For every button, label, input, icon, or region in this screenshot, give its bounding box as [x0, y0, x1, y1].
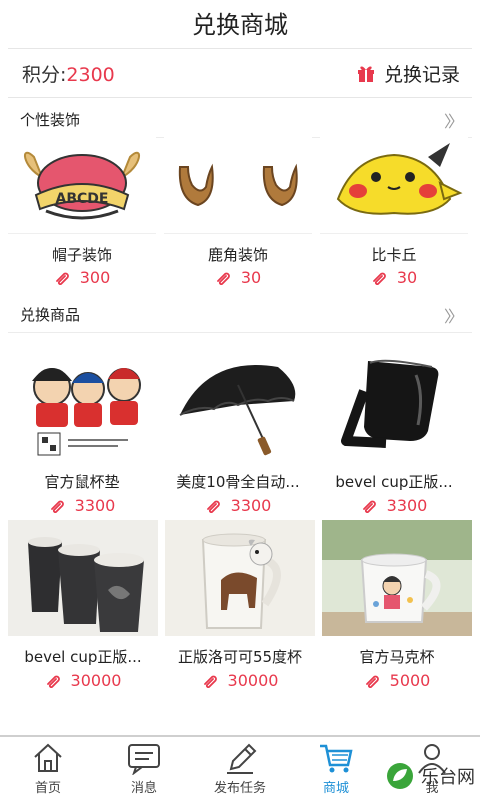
paperclip-icon	[372, 272, 386, 285]
paperclip-icon	[50, 500, 64, 513]
product-card[interactable]: bevel cup正版... 30000	[8, 520, 158, 690]
product-card[interactable]: 官方鼠杯垫 3300	[8, 345, 156, 515]
umbrella-image	[164, 345, 312, 461]
paperclip-icon	[216, 272, 230, 285]
product-name: bevel cup正版...	[24, 648, 142, 666]
product-name: 帽子装饰	[51, 245, 112, 264]
product-card[interactable]: ABCDE 帽子装饰 300	[8, 137, 156, 287]
product-card[interactable]: 官方马克杯 5000	[322, 520, 472, 690]
points-display: 积分:2300	[22, 60, 115, 87]
goods-grid-row-1: 官方鼠杯垫 3300 美度10骨全自动... 3300 bevel cup正版.…	[8, 345, 472, 515]
decorations-grid: ABCDE 帽子装饰 300 鹿角装饰 30 比卡丘 30	[8, 137, 472, 287]
dog-cup-image	[165, 520, 315, 636]
product-card[interactable]: bevel cup正版... 3300	[320, 345, 468, 515]
tab-label: 商城	[322, 781, 349, 796]
double-chevron-right-icon[interactable]: 〉〉	[444, 108, 464, 132]
double-chevron-right-icon[interactable]: 〉〉	[444, 303, 464, 327]
product-name: 官方鼠杯垫	[44, 473, 120, 492]
product-name: 正版洛可可55度杯	[177, 648, 303, 666]
mug-image	[322, 520, 472, 636]
product-name: 比卡丘	[371, 245, 417, 264]
tab-mall[interactable]: 商城	[288, 737, 384, 800]
tab-label: 消息	[130, 781, 157, 796]
svg-text:ABCDE: ABCDE	[56, 191, 109, 207]
product-price: 30000	[45, 671, 121, 690]
product-name: 官方马克杯	[359, 648, 435, 666]
section-title: 个性装饰	[20, 111, 81, 129]
product-name: 美度10骨全自动...	[176, 473, 300, 492]
gift-icon	[357, 66, 374, 82]
mousepad-image	[8, 345, 156, 461]
watermark-logo: 乐台网	[385, 756, 477, 796]
paperclip-icon	[206, 500, 220, 513]
section-title: 兑换商品	[20, 306, 81, 324]
pikachu-hat-image	[320, 137, 468, 234]
product-price: 30	[371, 268, 417, 287]
paperclip-icon	[365, 675, 379, 688]
points-label: 积分:	[22, 63, 67, 86]
decorations-section-header[interactable]: 个性装饰 〉〉	[8, 102, 472, 138]
product-price: 3300	[361, 496, 427, 515]
product-card[interactable]: 美度10骨全自动... 3300	[164, 345, 312, 515]
points-bar: 积分:2300 兑换记录	[8, 48, 472, 98]
pencil-icon	[227, 743, 257, 774]
watermark-text: 乐台网	[421, 767, 475, 788]
product-price: 30000	[202, 671, 278, 690]
tab-messages[interactable]: 消息	[96, 737, 192, 800]
leaf-logo-icon	[387, 763, 413, 789]
page-title: 兑换商城	[0, 0, 480, 44]
product-price: 5000	[364, 671, 430, 690]
tab-home[interactable]: 首页	[0, 737, 96, 800]
product-name: 鹿角装饰	[207, 245, 268, 264]
tab-label: 首页	[34, 781, 61, 796]
tab-post-task[interactable]: 发布任务	[192, 737, 288, 800]
paperclip-icon	[203, 675, 217, 688]
product-price: 30	[215, 268, 261, 287]
paperclip-icon	[46, 675, 60, 688]
goods-section-header[interactable]: 兑换商品 〉〉	[8, 297, 472, 333]
message-icon	[128, 744, 160, 775]
paperclip-icon	[362, 500, 376, 513]
exchange-history-button[interactable]: 兑换记录	[356, 60, 460, 87]
black-mug-image	[320, 345, 468, 461]
points-value: 2300	[66, 63, 115, 86]
tab-label: 发布任务	[213, 781, 266, 796]
product-price: 3300	[205, 496, 271, 515]
product-price: 3300	[49, 496, 115, 515]
paperclip-icon	[55, 272, 69, 285]
product-price: 300	[54, 268, 110, 287]
product-card[interactable]: 比卡丘 30	[320, 137, 468, 287]
antler-image	[164, 137, 312, 234]
home-icon	[34, 743, 62, 772]
product-name: bevel cup正版...	[335, 473, 453, 492]
hat-image: ABCDE	[8, 137, 156, 234]
goods-grid-row-2: bevel cup正版... 30000 正版洛可可55度杯 30000 官方马…	[8, 520, 472, 690]
exchange-history-label: 兑换记录	[383, 63, 460, 86]
product-card[interactable]: 鹿角装饰 30	[164, 137, 312, 287]
cart-icon	[320, 744, 353, 773]
product-card[interactable]: 正版洛可可55度杯 30000	[165, 520, 315, 690]
cups-set-image	[8, 520, 158, 636]
